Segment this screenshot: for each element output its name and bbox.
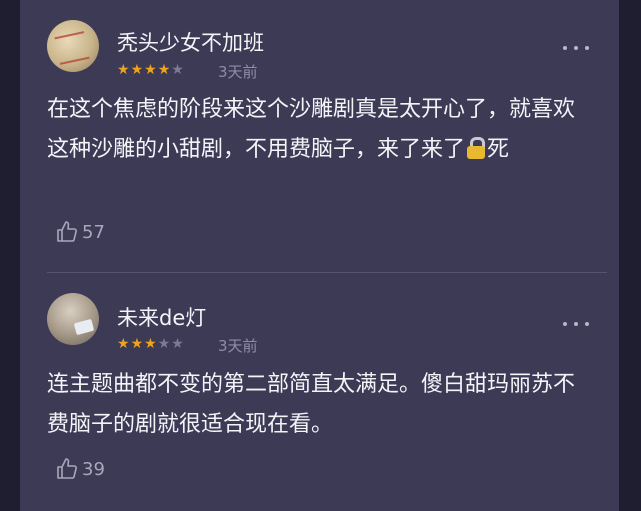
avatar-image — [54, 31, 90, 65]
left-edge — [0, 0, 20, 511]
review-item: 秃头少女不加班 ★★★★★ 3天前 在这个焦虑的阶段来这个沙雕剧真是太开心了，就… — [20, 0, 619, 272]
review-text-end: 死 — [487, 137, 510, 162]
star-filled-icon: ★ — [130, 62, 145, 78]
star-empty-icon: ★ — [171, 336, 185, 352]
star-filled-icon: ★ — [117, 336, 131, 352]
like-count: 39 — [82, 458, 105, 480]
right-edge — [619, 0, 641, 511]
like-count: 57 — [82, 221, 105, 243]
avatar-image — [73, 318, 95, 336]
star-filled-icon: ★ — [130, 336, 145, 352]
username[interactable]: 未来de灯 — [117, 302, 206, 332]
review-time: 3天前 — [218, 337, 258, 355]
avatar[interactable] — [47, 20, 99, 72]
star-rating: ★★★★★ — [117, 62, 185, 78]
like-button[interactable]: 39 — [55, 456, 105, 482]
username[interactable]: 秃头少女不加班 — [117, 27, 264, 57]
more-options-icon[interactable] — [563, 44, 589, 52]
review-item: 未来de灯 ★★★★★ 3天前 连主题曲都不变的第二部简直太满足。傻白甜玛丽苏不… — [20, 273, 619, 511]
review-time: 3天前 — [218, 63, 258, 81]
like-button[interactable]: 57 — [55, 219, 105, 245]
more-options-icon[interactable] — [563, 320, 589, 328]
reviews-panel: 秃头少女不加班 ★★★★★ 3天前 在这个焦虑的阶段来这个沙雕剧真是太开心了，就… — [20, 0, 619, 511]
star-empty-icon: ★ — [157, 336, 172, 352]
thumbs-up-icon — [57, 221, 77, 242]
review-text: 在这个焦虑的阶段来这个沙雕剧真是太开心了，就喜欢这种沙雕的小甜剧，不用费脑子，来… — [47, 90, 587, 170]
avatar[interactable] — [47, 293, 99, 345]
star-rating: ★★★★★ — [117, 336, 185, 352]
thumbs-up-icon — [57, 458, 77, 479]
review-text: 连主题曲都不变的第二部简直太满足。傻白甜玛丽苏不费脑子的剧就很适合现在看。 — [47, 372, 576, 437]
star-filled-icon: ★ — [144, 336, 158, 352]
star-filled-icon: ★ — [117, 62, 131, 78]
star-empty-icon: ★ — [171, 62, 185, 78]
lock-icon — [465, 137, 487, 159]
star-filled-icon: ★ — [157, 62, 172, 78]
star-filled-icon: ★ — [144, 62, 158, 78]
